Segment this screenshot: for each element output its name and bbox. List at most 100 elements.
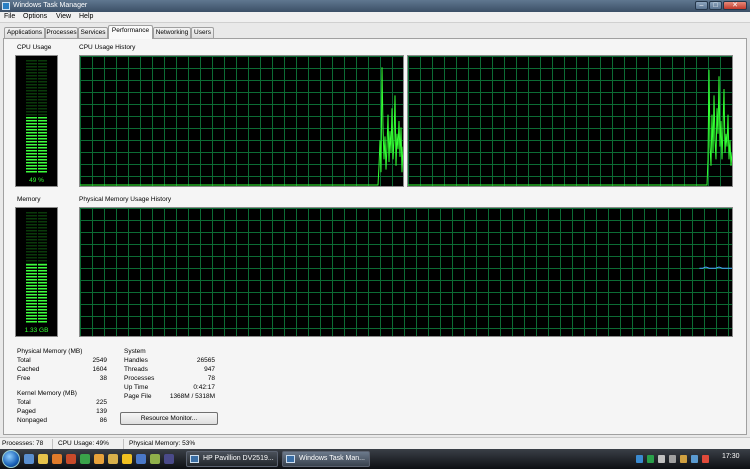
- explorer-window-icon: [190, 455, 199, 463]
- volume-icon[interactable]: [658, 455, 665, 463]
- bluetooth-icon[interactable]: [636, 455, 643, 463]
- title-bar[interactable]: Windows Task Manager – □ ✕: [0, 0, 750, 12]
- messenger-icon[interactable]: [80, 454, 90, 464]
- stat-page-file: Page File 1368M / 5318M: [124, 393, 215, 402]
- stat-up-time: Up Time 0:42:17: [124, 384, 215, 393]
- stat-key: Nonpaged: [17, 417, 47, 424]
- stat-value: 38: [99, 375, 107, 382]
- stat-value: 1604: [92, 366, 107, 373]
- taskbar: HP Pavillion DV2519... Windows Task Man.…: [0, 449, 750, 469]
- cpu-history-line-core-2: [408, 69, 732, 186]
- show-desktop-icon[interactable]: [24, 454, 34, 464]
- start-orb-icon[interactable]: [2, 450, 20, 468]
- memory-gauge-divider: [36, 212, 38, 324]
- kernel-memory-header: Kernel Memory (MB): [17, 390, 77, 397]
- cpu-gauge-divider: [36, 60, 38, 174]
- stat-processes: Processes 78: [124, 375, 215, 384]
- media-player-icon[interactable]: [66, 454, 76, 464]
- cpu-history-line-core-1: [80, 67, 403, 186]
- tray-app-icon[interactable]: [702, 455, 709, 463]
- stat-threads: Threads 947: [124, 366, 215, 375]
- tab-users[interactable]: Users: [191, 27, 214, 38]
- menu-help[interactable]: Help: [79, 13, 93, 20]
- stat-physical-cached: Cached 1604: [17, 366, 107, 375]
- stat-handles: Handles 26565: [124, 357, 215, 366]
- stat-value: 86: [99, 417, 107, 424]
- window-title: Windows Task Manager: [13, 2, 88, 9]
- stat-kernel-nonpaged: Nonpaged 86: [17, 417, 107, 426]
- stat-kernel-paged: Paged 139: [17, 408, 107, 417]
- tab-networking[interactable]: Networking: [153, 27, 191, 38]
- stat-key: Free: [17, 375, 31, 382]
- taskbar-button-label: HP Pavillion DV2519...: [203, 455, 274, 462]
- memory-gauge: 1.33 GB: [15, 207, 58, 337]
- resource-monitor-button[interactable]: Resource Monitor...: [120, 412, 218, 425]
- stat-key: Total: [17, 357, 31, 364]
- cpu-history-graph-core-2: [407, 55, 733, 187]
- memory-history-line: [699, 266, 732, 269]
- cpu-gauge-value: 49 %: [29, 177, 44, 184]
- firefox-icon[interactable]: [52, 454, 62, 464]
- status-processes: Processes: 78: [2, 440, 44, 447]
- cpu-usage-gauge: 49 %: [15, 55, 58, 187]
- task-manager-icon: [2, 2, 10, 10]
- switch-windows-icon[interactable]: [164, 454, 174, 464]
- cpu-history-graph-core-1: [79, 55, 404, 187]
- tab-performance[interactable]: Performance: [108, 25, 153, 39]
- stat-kernel-total: Total 225: [17, 399, 107, 408]
- stat-key: Threads: [124, 366, 148, 373]
- stat-value: 139: [96, 408, 107, 415]
- taskbar-button-task-manager[interactable]: Windows Task Man...: [282, 451, 370, 467]
- stat-value: 78: [207, 375, 215, 382]
- cpu-history-label: CPU Usage History: [79, 44, 136, 51]
- status-separator: [52, 439, 53, 449]
- menu-view[interactable]: View: [56, 13, 71, 20]
- status-separator: [123, 439, 124, 449]
- cpu-usage-label: CPU Usage: [17, 44, 52, 51]
- tab-strip: Applications Processes Services Performa…: [0, 23, 750, 39]
- memory-history-graph: [79, 207, 733, 337]
- stat-key: Handles: [124, 357, 148, 364]
- battery-icon[interactable]: [680, 455, 687, 463]
- menu-bar: File Options View Help: [0, 12, 750, 23]
- history-series-line: [699, 266, 732, 269]
- taskbar-clock[interactable]: 17:30: [722, 453, 740, 460]
- emoticon-icon[interactable]: [122, 454, 132, 464]
- tab-applications[interactable]: Applications: [4, 27, 45, 38]
- stat-value: 0:42:17: [193, 384, 215, 391]
- stat-value: 2549: [92, 357, 107, 364]
- history-series-line: [408, 69, 732, 186]
- menu-options[interactable]: Options: [23, 13, 47, 20]
- stat-physical-free: Free 38: [17, 375, 107, 384]
- memory-label: Memory: [17, 196, 41, 203]
- history-series-line: [80, 67, 403, 186]
- minimize-button[interactable]: –: [695, 1, 708, 10]
- memory-gauge-value: 1.33 GB: [24, 327, 49, 334]
- tab-services[interactable]: Services: [78, 27, 108, 38]
- system-header: System: [124, 348, 146, 355]
- winamp-icon[interactable]: [108, 454, 118, 464]
- task-manager-window-icon: [286, 455, 295, 463]
- network-icon[interactable]: [669, 455, 676, 463]
- stat-key: Cached: [17, 366, 40, 373]
- maximize-button[interactable]: □: [709, 1, 722, 10]
- explorer-folder-icon[interactable]: [38, 454, 48, 464]
- tray-app-icon[interactable]: [647, 455, 654, 463]
- tab-processes[interactable]: Processes: [45, 27, 78, 38]
- close-button[interactable]: ✕: [723, 1, 747, 10]
- stat-physical-total: Total 2549: [17, 357, 107, 366]
- taskbar-button-hp-pavillion[interactable]: HP Pavillion DV2519...: [186, 451, 278, 467]
- browser-icon[interactable]: [136, 454, 146, 464]
- tray-app-icon[interactable]: [691, 455, 698, 463]
- status-cpu-usage: CPU Usage: 49%: [58, 440, 109, 447]
- stat-key: Paged: [17, 408, 36, 415]
- stat-key: Processes: [124, 375, 155, 382]
- memory-history-label: Physical Memory Usage History: [79, 196, 172, 203]
- stat-key: Up Time: [124, 384, 149, 391]
- menu-file[interactable]: File: [4, 13, 15, 20]
- vlc-cone-icon[interactable]: [94, 454, 104, 464]
- stat-value: 225: [96, 399, 107, 406]
- stat-key: Page File: [124, 393, 152, 400]
- physical-memory-header: Physical Memory (MB): [17, 348, 83, 355]
- utility-icon[interactable]: [150, 454, 160, 464]
